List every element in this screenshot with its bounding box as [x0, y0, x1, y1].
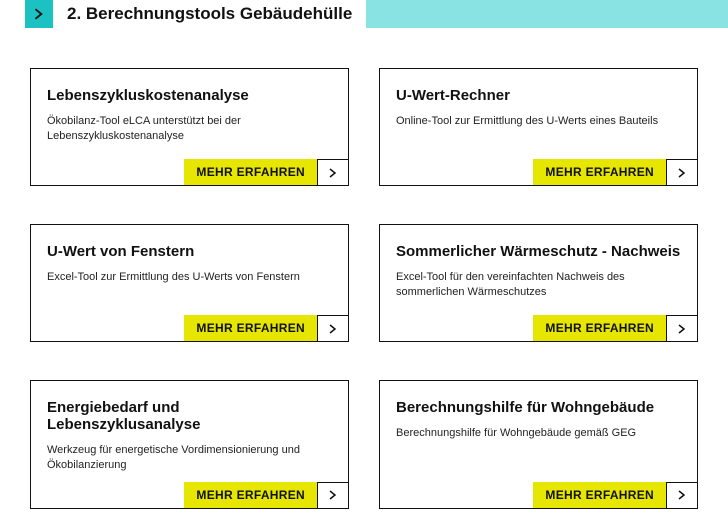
card-description: Online-Tool zur Ermittlung des U-Werts e…	[396, 114, 681, 129]
card-description: Ökobilanz-Tool eLCA unterstützt bei der …	[47, 114, 332, 145]
card-footer: MEHR ERFAHREN	[31, 315, 348, 341]
card-description: Berechnungshilfe für Wohngebäude gemäß G…	[396, 426, 681, 441]
chevron-right-icon	[328, 324, 338, 334]
learn-more-arrow[interactable]	[666, 315, 697, 341]
learn-more-arrow[interactable]	[666, 159, 697, 185]
learn-more-arrow[interactable]	[666, 482, 697, 508]
card-footer: MEHR ERFAHREN	[380, 159, 697, 185]
chevron-right-icon	[328, 490, 338, 500]
card: Energiebedarf und Lebenszyklusanalyse We…	[30, 380, 349, 509]
card-title: Sommerlicher Wärmeschutz - Nachweis	[396, 243, 681, 260]
card-description: Werkzeug für energetische Vordimensionie…	[47, 443, 332, 474]
card-grid: Lebenszykluskostenanalyse Ökobilanz-Tool…	[0, 68, 728, 529]
learn-more-button[interactable]: MEHR ERFAHREN	[533, 159, 666, 185]
learn-more-button[interactable]: MEHR ERFAHREN	[184, 315, 317, 341]
card: U-Wert von Fenstern Excel-Tool zur Ermit…	[30, 224, 349, 342]
section-header-bar	[366, 0, 728, 28]
card: Sommerlicher Wärmeschutz - Nachweis Exce…	[379, 224, 698, 342]
learn-more-button[interactable]: MEHR ERFAHREN	[533, 315, 666, 341]
card: Berechnungshilfe für Wohngebäude Berechn…	[379, 380, 698, 509]
section-expand-icon[interactable]	[25, 0, 53, 28]
learn-more-button[interactable]: MEHR ERFAHREN	[184, 159, 317, 185]
card-footer: MEHR ERFAHREN	[380, 482, 697, 508]
learn-more-arrow[interactable]	[317, 315, 348, 341]
section-title: 2. Berechnungstools Gebäudehülle	[53, 0, 366, 28]
learn-more-arrow[interactable]	[317, 159, 348, 185]
chevron-right-icon	[677, 490, 687, 500]
section-header: 2. Berechnungstools Gebäudehülle	[0, 0, 728, 28]
card-title: U-Wert-Rechner	[396, 87, 681, 104]
card-body: U-Wert von Fenstern Excel-Tool zur Ermit…	[31, 225, 348, 293]
chevron-right-icon	[328, 168, 338, 178]
chevron-right-icon	[677, 324, 687, 334]
card-title: Berechnungshilfe für Wohngebäude	[396, 399, 681, 416]
learn-more-arrow[interactable]	[317, 482, 348, 508]
card-body: Sommerlicher Wärmeschutz - Nachweis Exce…	[380, 225, 697, 309]
card-description: Excel-Tool für den vereinfachten Nachwei…	[396, 270, 681, 301]
card-footer: MEHR ERFAHREN	[31, 159, 348, 185]
card-title: U-Wert von Fenstern	[47, 243, 332, 260]
card-body: Energiebedarf und Lebenszyklusanalyse We…	[31, 381, 348, 482]
card-footer: MEHR ERFAHREN	[380, 315, 697, 341]
card-body: Berechnungshilfe für Wohngebäude Berechn…	[380, 381, 697, 449]
card-title: Lebenszykluskostenanalyse	[47, 87, 332, 104]
card-body: U-Wert-Rechner Online-Tool zur Ermittlun…	[380, 69, 697, 137]
card: Lebenszykluskostenanalyse Ökobilanz-Tool…	[30, 68, 349, 186]
card-footer: MEHR ERFAHREN	[31, 482, 348, 508]
card-body: Lebenszykluskostenanalyse Ökobilanz-Tool…	[31, 69, 348, 153]
learn-more-button[interactable]: MEHR ERFAHREN	[184, 482, 317, 508]
card: U-Wert-Rechner Online-Tool zur Ermittlun…	[379, 68, 698, 186]
chevron-right-icon	[33, 8, 45, 20]
card-title: Energiebedarf und Lebenszyklusanalyse	[47, 399, 332, 433]
card-description: Excel-Tool zur Ermittlung des U-Werts vo…	[47, 270, 332, 285]
chevron-right-icon	[677, 168, 687, 178]
learn-more-button[interactable]: MEHR ERFAHREN	[533, 482, 666, 508]
